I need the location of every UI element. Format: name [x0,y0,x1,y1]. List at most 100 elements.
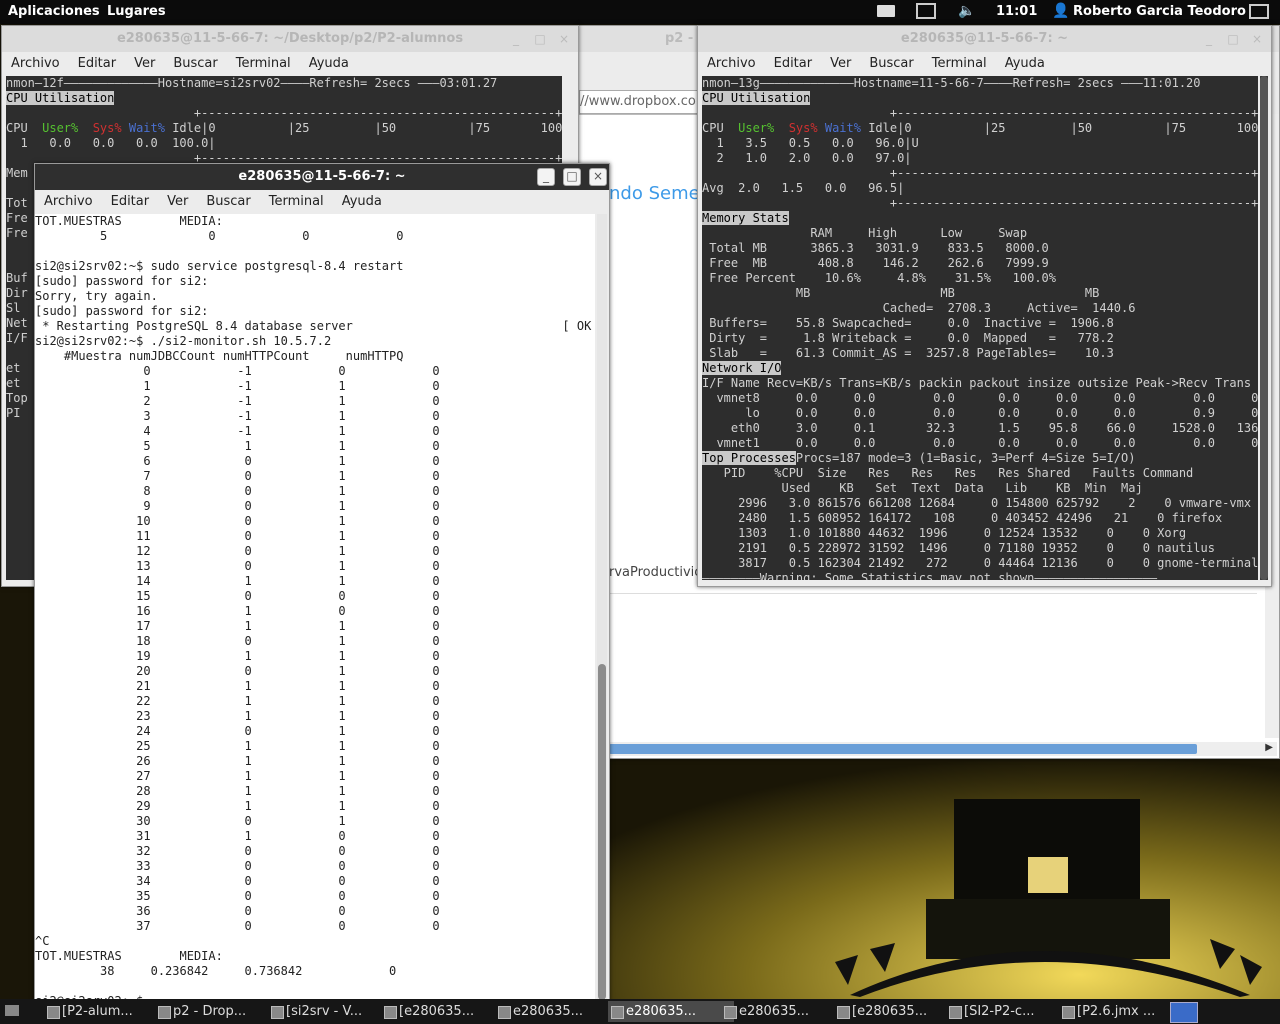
page-heading-fragment: ndo Semes [609,183,710,204]
places-menu[interactable]: Lugares [107,4,166,19]
process-line: 1303 1.0 101880 44632 1996 0 12524 13532… [702,526,1187,540]
memory-line: Slab = 61.3 Commit_AS = 3257.8 PageTable… [702,346,1114,360]
terminal-line: Sorry, try again. [35,289,158,303]
page-link-fragment[interactable]: rvaProductivic [609,565,701,580]
taskbar-item[interactable]: [si2srv - V... [268,1001,394,1022]
menu-ver[interactable]: Ver [830,56,851,71]
monitor-row-line: 30 0 1 0 [35,814,440,828]
taskbar-item[interactable]: [P2-alum... [44,1001,170,1022]
memory-table: RAM High Low Swap Total MB 3865.3 3031.9… [702,226,1258,361]
cpu-line: 1 3.5 0.5 0.0 96.0|U > [702,136,1258,150]
maximize-icon[interactable]: □ [563,168,581,186]
close-icon[interactable]: × [556,31,572,47]
menu-archivo[interactable]: Archivo [44,194,93,209]
cpu-table: +---------------------------------------… [702,106,1258,211]
menu-ver[interactable]: Ver [134,56,155,71]
url-text: //www.dropbox.com [580,94,701,109]
menu-terminal[interactable]: Terminal [269,194,324,209]
taskbar-item[interactable]: p2 - Drop... [155,1001,281,1022]
nmon-content[interactable]: nmon—13g—————————————Hostname=11-5-66-7—… [702,76,1258,580]
process-line: PID %CPU Size Res Res Res Res Shared Fau… [702,466,1194,480]
scroll-right-arrow-icon[interactable]: ▶ [1265,742,1273,753]
taskbar-item[interactable]: [e280635... [834,1001,960,1022]
taskbar-item[interactable]: [P2.6.jmx ... [1059,1001,1182,1022]
monitor-row-line: 17 1 1 0 [35,619,440,633]
front-terminal-scrollbar[interactable] [597,214,607,1002]
network-line: I/F Name Recv=KB/s Trans=KB/s packin pac… [702,376,1252,390]
show-desktop-icon[interactable] [5,1005,19,1016]
menu-terminal[interactable]: Terminal [932,56,987,71]
memory-line: MB MB MB [702,286,1100,300]
memory-line: Dirty = 1.8 Writeback = 0.0 Mapped = 778… [702,331,1114,345]
monitor-row-line: 1 -1 1 0 [35,379,440,393]
taskbar-item[interactable]: e280635... [495,1001,621,1022]
taskbar-item[interactable]: e280635... [721,1001,847,1022]
monitor-row-line: 3 -1 1 0 [35,409,440,423]
terminal-line: TOT.MUESTRAS MEDIA: [35,949,223,963]
user-name[interactable]: Roberto Garcia Teodoro [1073,4,1246,19]
minimize-icon[interactable]: _ [537,168,555,186]
network-icon[interactable] [916,3,936,19]
maximize-icon[interactable]: □ [1225,31,1241,47]
bottom-panel: [P2-alum... p2 - Drop... [si2srv - V... [e2… [0,999,1280,1024]
terminal-line: 5 0 0 0 [35,229,404,243]
minimize-icon[interactable]: _ [1201,31,1217,47]
monitor-row-line: 12 0 1 0 [35,544,440,558]
menu-terminal[interactable]: Terminal [236,56,291,71]
desktop-wallpaper [610,757,1280,999]
menu-buscar[interactable]: Buscar [173,56,217,71]
terminal-window-nmon[interactable]: e280635@11-5-66-7: ~ _ □ × Archivo Editar Ve… [697,25,1272,587]
url-bar[interactable]: //www.dropbox.com [579,90,701,114]
close-icon[interactable]: × [1249,31,1265,47]
process-line: 2480 1.5 608952 164172 108 0 403452 4249… [702,511,1223,525]
terminal-line: ^C [35,934,50,948]
front-terminal-content[interactable]: TOT.MUESTRAS MEDIA: 5 0 0 0 si2@si2srv02… [35,214,595,1002]
taskbar-item[interactable]: [SI2-P2-c... [946,1001,1072,1022]
terminal-line: 38 0.236842 0.736842 0 [35,964,397,978]
menu-archivo[interactable]: Archivo [11,56,60,71]
screen-icon[interactable] [1249,4,1269,19]
volume-icon[interactable]: 🔈 [958,3,975,19]
memory-line: Buffers= 55.8 Swapcached= 0.0 Inactive =… [702,316,1114,330]
monitor-row-line: 9 0 1 0 [35,499,440,513]
applications-menu[interactable]: Aplicaciones [8,4,100,19]
taskbar-item[interactable]: e280635... [608,1001,734,1022]
cpu-line: Avg 2.0 1.5 0.0 96.5| > [702,181,1258,195]
nmon-scrollbar[interactable] [1260,76,1268,580]
terminal-window-front[interactable]: e280635@11-5-66-7: ~ _ □ × Archivo Editar Ve… [34,163,610,1003]
process-line: Used KB Set Text Data Lib KB Min Maj [702,481,1143,495]
horizontal-scrollbar[interactable]: ▶ [609,742,1277,756]
memory-line: Total MB 3865.3 3031.9 833.5 8000.0 [702,241,1049,255]
menu-archivo[interactable]: Archivo [707,56,756,71]
taskbar-item[interactable]: [e280635... [381,1001,507,1022]
menu-ayuda[interactable]: Ayuda [309,56,349,71]
nmon-terminal-title: e280635@11-5-66-7: ~ [900,31,1069,46]
workspace-switcher-icon[interactable] [1170,1002,1198,1023]
nmon-scroll-thumb[interactable] [1260,76,1268,580]
monitor-row-line: 5 1 1 0 [35,439,440,453]
close-icon[interactable]: × [589,168,607,186]
menu-buscar[interactable]: Buscar [869,56,913,71]
process-table: PID %CPU Size Res Res Res Res Shared Fau… [702,466,1258,571]
menu-buscar[interactable]: Buscar [206,194,250,209]
minimize-icon[interactable]: _ [508,31,524,47]
maximize-icon[interactable]: □ [532,31,548,47]
menu-ayuda[interactable]: Ayuda [1005,56,1045,71]
menu-ayuda[interactable]: Ayuda [342,194,382,209]
monitor-row-line: 6 0 1 0 [35,454,440,468]
process-line: 2996 3.0 861576 661208 12684 0 154800 62… [702,496,1252,510]
menu-ver[interactable]: Ver [167,194,188,209]
horizontal-scroll-thumb[interactable] [609,744,1197,754]
mail-icon[interactable] [877,5,895,17]
monitor-row-line: 8 0 1 0 [35,484,440,498]
front-terminal-scroll-thumb[interactable] [598,664,606,1000]
cpu-line: +---------------------------------------… [702,166,1258,180]
network-line: eth0 3.0 0.1 32.3 1.5 95.8 66.0 1528.0 1… [702,421,1258,435]
monitor-row-line: 24 0 1 0 [35,724,440,738]
menu-editar[interactable]: Editar [774,56,813,71]
cpu-line: +---------------------------------------… [6,106,562,120]
back-terminal-title: e280635@11-5-66-7: ~/Desktop/p2/P2-alumn… [116,31,464,46]
menu-editar[interactable]: Editar [111,194,150,209]
menu-editar[interactable]: Editar [78,56,117,71]
clock[interactable]: 11:01 [996,4,1037,19]
